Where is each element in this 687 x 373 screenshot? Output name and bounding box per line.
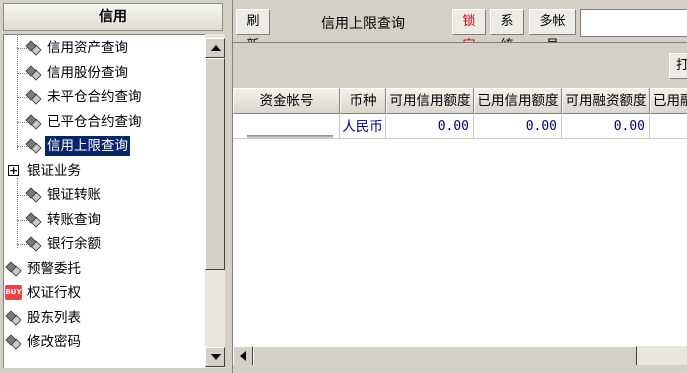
diamond-icon [25,236,42,252]
column-header-used-financing[interactable]: 已用融 [650,88,687,114]
system-button[interactable]: 系统 [490,9,524,53]
diamond-icon [25,40,42,56]
search-input[interactable] [580,9,687,37]
tree-item[interactable]: 转账查询 [4,209,204,231]
lock-button[interactable]: 锁定 [452,9,486,53]
diamond-icon [5,334,22,350]
tree-item[interactable]: 银行余额 [4,233,204,255]
arrow-down-icon [211,354,221,360]
tree-item[interactable]: 修改密码 [4,331,204,353]
tree-item-label: 已平仓合约查询 [47,113,142,130]
tree-scrollbar[interactable] [205,34,225,368]
diamond-icon [25,187,42,203]
print-button[interactable]: 打 [669,53,687,79]
tree-item-label: 修改密码 [27,334,81,350]
status-strip [233,365,687,373]
row-shadow [247,135,333,138]
tree-item[interactable]: 股东列表 [4,307,204,329]
tree-item-label: 信用上限查询 [45,136,130,156]
refresh-button[interactable]: 刷新 [236,9,270,53]
tree-item[interactable]: 未平仓合约查询 [4,86,204,108]
diamond-icon [25,211,42,228]
sub-toolbar: 打 [233,43,687,88]
table-horizontal-scrollbar[interactable] [233,346,687,366]
scroll-up-button[interactable] [205,38,225,58]
tree-item-label: 信用资产查询 [47,40,128,56]
column-header-account[interactable]: 资金帐号 [233,88,340,114]
column-header-available-credit[interactable]: 可用信用额度 [386,88,474,114]
diamond-icon [25,138,42,154]
tree-item[interactable]: BUY 权证行权 [4,282,204,304]
column-header-currency[interactable]: 币种 [340,88,386,114]
tree-item[interactable]: 已平仓合约查询 [4,111,204,133]
tree-item[interactable]: 预警委托 [4,258,204,280]
panel-splitter[interactable] [225,0,233,373]
tree-item-label: 预警委托 [27,260,81,277]
tree-item[interactable]: 信用股份查询 [4,62,204,84]
navigation-tree: 信用资产查询 信用股份查询 未平仓合约查询 已平仓合约查询 信用上限查询 + 银证业务银证转… [3,34,205,368]
scroll-thumb[interactable] [205,58,225,270]
tree-item[interactable]: 银证转账 [4,184,204,206]
tree-item-label: 转账查询 [47,211,101,228]
panel-title: 信用 [3,3,223,31]
arrow-left-icon [240,351,246,361]
tree-item-label: 银行余额 [47,236,101,252]
tree-item-label: 未平仓合约查询 [47,89,142,105]
diamond-icon [5,309,22,326]
column-header-available-financing[interactable]: 可用融资额度 [562,88,650,114]
content-area: 打 资金帐号 币种 可用信用额度 已用信用额度 可用融资额度 已用融 人民币 0… [233,42,687,373]
available-credit-cell: 0.00 [386,115,474,139]
arrow-up-icon [211,45,221,51]
currency-cell: 人民币 [340,115,386,139]
diamond-icon [25,89,42,105]
tree-item-label: 信用股份查询 [47,64,128,81]
used-credit-cell: 0.00 [474,115,562,139]
scroll-down-button[interactable] [205,347,225,367]
horizontal-scroll-thumb[interactable] [253,346,637,366]
navigation-panel: 信用 信用资产查询 信用股份查询 未平仓合约查询 已平仓合约查询 信用上限查询 + 银证业务… [0,0,230,373]
diamond-icon [25,113,42,130]
toolbar: 刷新 信用上限查询 锁定 系统 多帐号 [233,0,687,53]
multi-account-button[interactable]: 多帐号 [529,9,576,53]
tree-item[interactable]: 信用资产查询 [4,37,204,59]
tree-item[interactable]: + 银证业务 [4,160,204,182]
column-header-used-credit[interactable]: 已用信用额度 [474,88,562,114]
plus-expander-icon[interactable]: + [8,164,19,176]
page-title: 信用上限查询 [321,16,405,32]
scroll-left-button[interactable] [233,346,253,366]
tree-item-label: 股东列表 [27,309,81,326]
buy-icon: BUY [5,285,22,300]
tree-item[interactable]: 信用上限查询 [4,135,204,157]
tree-item-label: 银证转账 [47,187,101,203]
tree-item-label: 银证业务 [27,162,81,179]
used-financing-cell [650,115,687,139]
tree-item-label: 权证行权 [27,285,81,301]
diamond-icon [25,64,42,81]
diamond-icon [5,260,22,277]
available-financing-cell: 0.00 [562,115,650,139]
